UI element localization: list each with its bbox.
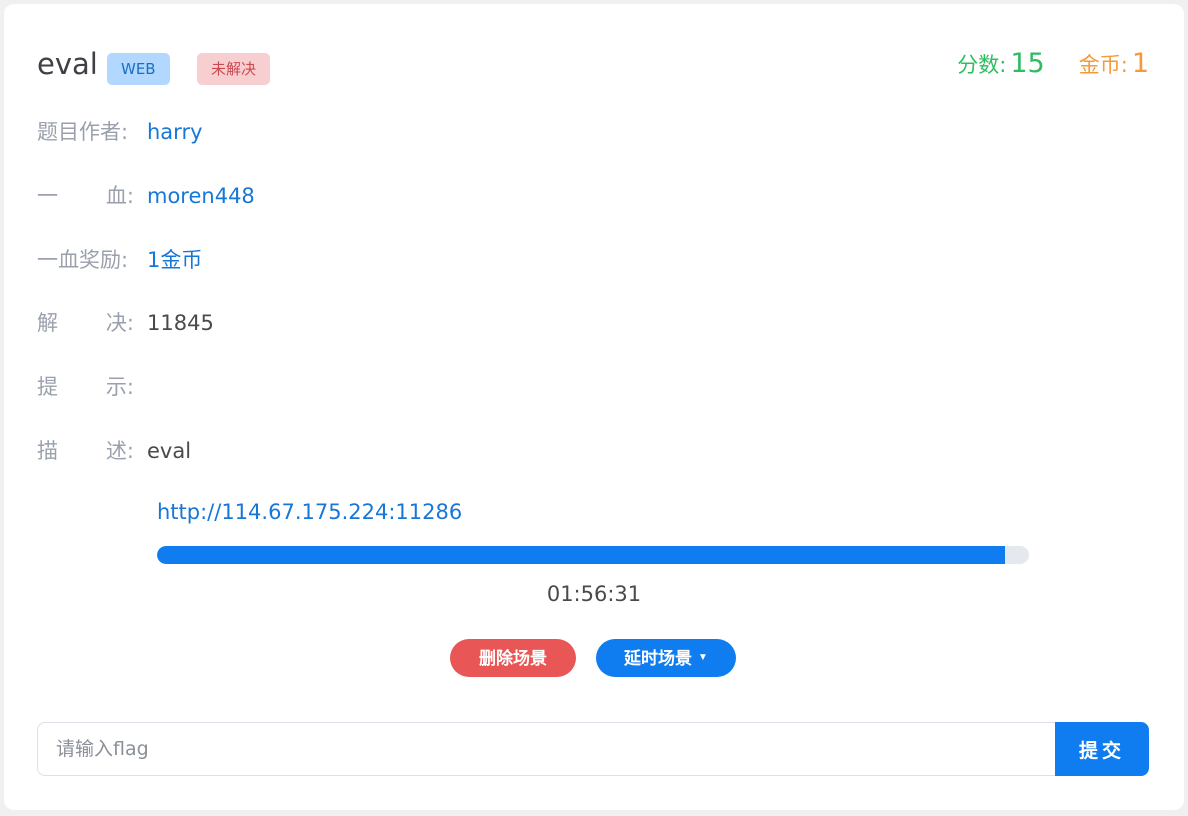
description-row: 描 述: eval [37, 436, 191, 466]
score-label: 分数: [957, 53, 1007, 77]
hint-row: 提 示: [37, 372, 147, 402]
first-blood-label-a: 一 [37, 184, 58, 208]
author-link[interactable]: harry [147, 117, 203, 147]
description-label-a: 描 [37, 439, 58, 463]
first-blood-reward-label: 一血奖励: [37, 248, 129, 272]
first-blood-reward-row: 一血奖励: 1金币 [37, 245, 202, 275]
coin-label: 金币: [1078, 53, 1128, 77]
scene-time-progress [157, 546, 1029, 564]
description-label-b: 述: [105, 439, 134, 463]
description-value: eval [147, 439, 192, 463]
hint-label: 提 示: [37, 372, 134, 402]
first-blood-label: 一 血: [37, 181, 134, 211]
first-blood-reward-value: 1金币 [147, 248, 203, 272]
challenge-title: eval [37, 47, 98, 81]
description-label: 描 述: [37, 436, 134, 466]
submit-flag-button[interactable]: 提交 [1055, 722, 1149, 776]
coin-value: 1 [1131, 48, 1149, 79]
category-badge: WEB [107, 53, 170, 85]
caret-down-icon: ▼ [698, 651, 708, 663]
delay-scene-dropdown-button[interactable]: 延时场景 ▼ [596, 639, 736, 677]
first-blood-label-b: 血: [105, 184, 134, 208]
hint-label-b: 示: [105, 375, 134, 399]
solved-label: 解 决: [37, 308, 134, 338]
solved-row: 解 决: 11845 [37, 308, 214, 338]
status-badge: 未解决 [197, 53, 271, 85]
first-blood-user-link[interactable]: moren448 [147, 181, 255, 211]
score-value: 15 [1010, 48, 1045, 79]
author-label: 题目作者: [37, 120, 129, 144]
challenge-card: eval WEB 未解决 分数: 15 金币: 1 题目作者: harry 一 … [4, 4, 1184, 810]
scene-time-progress-fill [157, 546, 1005, 564]
scene-url-link[interactable]: http://114.67.175.224:11286 [157, 500, 462, 524]
solved-label-a: 解 [37, 311, 58, 335]
delay-scene-label: 延时场景 [624, 649, 693, 668]
score: 分数: 15 [957, 48, 1044, 79]
challenge-header: eval WEB 未解决 分数: 15 金币: 1 [37, 44, 1149, 88]
solved-label-b: 决: [105, 311, 134, 335]
delete-scene-button[interactable]: 删除场景 [450, 639, 576, 677]
flag-input[interactable] [37, 722, 1055, 776]
author-row: 题目作者: harry [37, 117, 203, 147]
hint-label-a: 提 [37, 375, 58, 399]
solved-count: 11845 [147, 311, 214, 335]
scene-timer: 01:56:31 [546, 582, 642, 606]
score-panel: 分数: 15 金币: 1 [957, 48, 1149, 79]
first-blood-row: 一 血: moren448 [37, 181, 255, 211]
coins: 金币: 1 [1079, 48, 1149, 79]
